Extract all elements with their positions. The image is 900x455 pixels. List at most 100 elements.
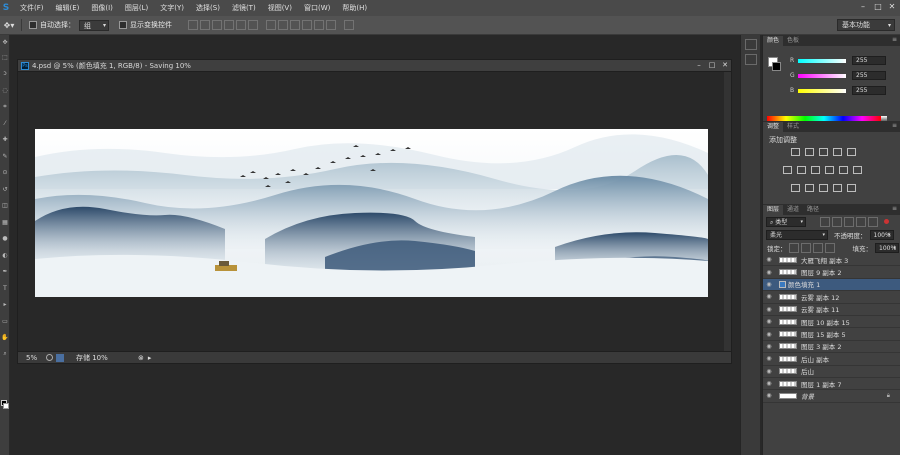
eye-icon[interactable]: ◉ [763, 380, 775, 387]
distribute-top-icon[interactable] [266, 20, 276, 30]
align-bottom-icon[interactable] [212, 20, 222, 30]
panel-menu-icon[interactable]: ≡ [892, 122, 897, 129]
layer-row[interactable]: ◉ 大雁飞翔 副本 3 [763, 254, 900, 267]
distribute-right-icon[interactable] [326, 20, 336, 30]
background-color-swatch[interactable] [3, 403, 9, 409]
red-slider[interactable] [798, 58, 846, 63]
quick-select-tool-icon[interactable]: ◌ [0, 82, 10, 99]
marquee-tool-icon[interactable]: ⬚ [0, 49, 10, 66]
tab-color[interactable]: 颜色 [763, 36, 784, 46]
menu-item[interactable]: 图像(I) [85, 3, 119, 13]
dodge-tool-icon[interactable]: ◐ [0, 247, 10, 264]
menu-item[interactable]: 帮助(H) [336, 3, 373, 13]
tab-paths[interactable]: 路径 [803, 205, 823, 215]
hue-saturation-icon[interactable] [783, 166, 792, 174]
align-right-icon[interactable] [248, 20, 258, 30]
eyedropper-tool-icon[interactable]: ⁄ [0, 115, 10, 132]
selective-color-icon[interactable] [847, 184, 856, 192]
vibrance-icon[interactable] [847, 148, 856, 156]
close-icon[interactable]: ✕ [885, 0, 899, 14]
brightness-icon[interactable] [791, 148, 800, 156]
show-transform-checkbox[interactable] [119, 21, 127, 29]
lasso-tool-icon[interactable]: ↄ [0, 66, 10, 83]
menu-item[interactable]: 编辑(E) [50, 3, 86, 13]
eye-icon[interactable]: ◉ [763, 368, 775, 375]
actions-panel-icon[interactable] [744, 54, 757, 65]
lock-transparent-icon[interactable] [788, 242, 799, 253]
red-value-field[interactable]: 255 [852, 56, 886, 65]
document-tab[interactable]: Ps 4.psd @ 5% (颜色填充 1, RGB/8) - Saving 1… [18, 60, 731, 72]
layer-row[interactable]: ◉ 后山 副本 [763, 353, 900, 366]
layer-row[interactable]: ◉ 云雾 副本 12 [763, 291, 900, 304]
proof-icon[interactable] [46, 354, 53, 361]
menu-item[interactable]: 窗口(W) [298, 3, 336, 13]
doc-maximize-icon[interactable]: □ [706, 60, 718, 71]
layer-row[interactable]: ◉ 后山 [763, 366, 900, 378]
hand-tool-icon[interactable]: ✋ [0, 330, 10, 347]
tab-adjustments[interactable]: 调整 [763, 122, 784, 132]
posterize-icon[interactable] [805, 184, 814, 192]
tab-channels[interactable]: 通道 [783, 205, 803, 215]
zoom-tool-icon[interactable]: ⌕ [0, 346, 10, 363]
menu-item[interactable]: 视图(V) [262, 3, 298, 13]
type-tool-icon[interactable]: T [0, 280, 10, 297]
distribute-left-icon[interactable] [302, 20, 312, 30]
auto-select-dropdown[interactable]: 组 [79, 19, 109, 31]
fill-field[interactable]: 100% [875, 242, 899, 253]
exposure-icon[interactable] [833, 148, 842, 156]
layer-row[interactable]: ◉ 图层 15 副本 5 [763, 328, 900, 341]
align-hcenter-icon[interactable] [236, 20, 246, 30]
menu-item[interactable]: 选择(S) [190, 3, 226, 13]
eye-icon[interactable]: ◉ [763, 392, 775, 399]
black-white-icon[interactable] [811, 166, 820, 174]
filter-shape-icon[interactable] [856, 216, 866, 227]
eye-icon[interactable]: ◉ [763, 306, 775, 313]
blend-mode-dropdown[interactable]: 柔光 [766, 229, 828, 240]
path-select-tool-icon[interactable]: ▸ [0, 297, 10, 314]
menu-item[interactable]: 文件(F) [14, 3, 50, 13]
gradient-map-icon[interactable] [833, 184, 842, 192]
gradient-tool-icon[interactable]: ▦ [0, 214, 10, 231]
filter-adjustment-icon[interactable] [832, 216, 842, 227]
curves-icon[interactable] [819, 148, 828, 156]
levels-icon[interactable] [805, 148, 814, 156]
move-tool-icon[interactable]: ✥ [0, 35, 10, 49]
blue-value-field[interactable]: 255 [852, 86, 886, 95]
filter-pixel-icon[interactable] [820, 216, 830, 227]
align-top-icon[interactable] [188, 20, 198, 30]
color-lookup-icon[interactable] [853, 166, 862, 174]
filter-type-icon[interactable] [844, 216, 854, 227]
tab-swatches[interactable]: 色板 [783, 36, 803, 46]
eye-icon[interactable]: ◉ [763, 355, 775, 362]
layer-row[interactable]: ◉ 图层 1 副本 7 [763, 378, 900, 391]
zoom-level[interactable]: 5% [26, 354, 46, 362]
opacity-field[interactable]: 100% [869, 229, 894, 240]
clone-stamp-tool-icon[interactable]: ⊙ [0, 165, 10, 182]
maximize-icon[interactable]: □ [871, 0, 885, 14]
color-profile-icon[interactable] [56, 353, 64, 362]
move-tool-icon[interactable]: ✥▾ [0, 21, 18, 30]
canvas-artwork[interactable] [35, 129, 708, 297]
layer-row[interactable]: ◉ 颜色填充 1 [763, 278, 900, 292]
green-slider[interactable] [798, 73, 846, 78]
distribute-bottom-icon[interactable] [290, 20, 300, 30]
photo-filter-icon[interactable] [825, 166, 834, 174]
eye-icon[interactable]: ◉ [763, 281, 775, 288]
align-vcenter-icon[interactable] [200, 20, 210, 30]
layer-row[interactable]: ◉ 图层 10 副本 15 [763, 316, 900, 329]
tab-layers[interactable]: 图层 [763, 205, 784, 215]
lock-image-icon[interactable] [800, 242, 811, 253]
lock-all-icon[interactable] [824, 242, 835, 253]
eye-icon[interactable]: ◉ [763, 269, 775, 276]
layer-filter-dropdown[interactable]: ⌕ 类型 [766, 216, 806, 227]
menu-item[interactable]: 文字(Y) [154, 3, 190, 13]
history-brush-tool-icon[interactable]: ↺ [0, 181, 10, 198]
cancel-save-icon[interactable]: ⊗ [138, 354, 144, 362]
document-scrollbar[interactable] [724, 72, 731, 352]
invert-icon[interactable] [791, 184, 800, 192]
eraser-tool-icon[interactable]: ◫ [0, 198, 10, 215]
crop-tool-icon[interactable]: ⌗ [0, 99, 10, 116]
background-swatch[interactable] [772, 62, 781, 71]
blue-slider[interactable] [798, 88, 846, 93]
eye-icon[interactable]: ◉ [763, 318, 775, 325]
